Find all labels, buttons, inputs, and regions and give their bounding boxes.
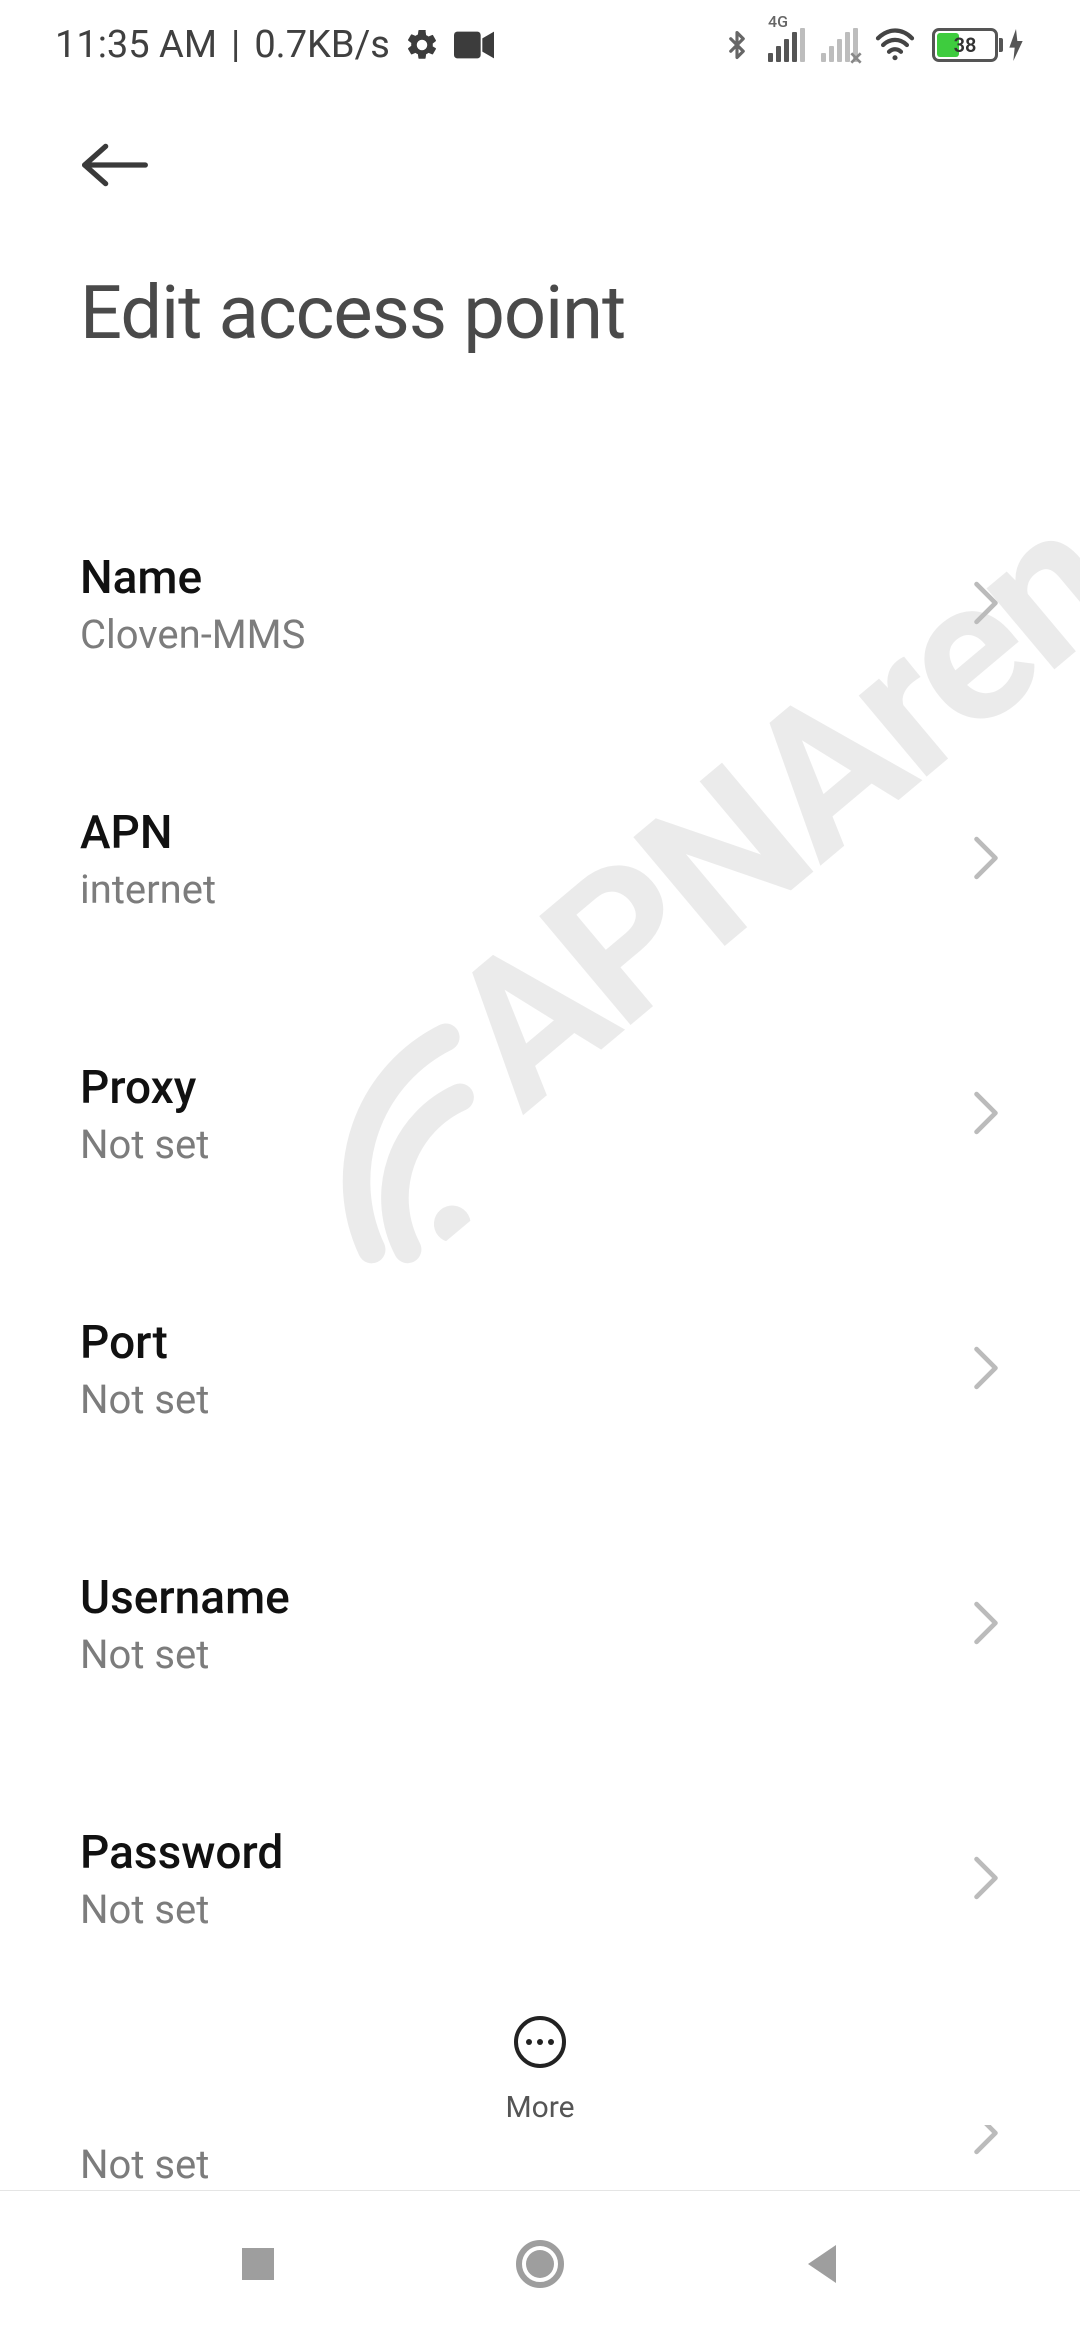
battery-percent: 38 [935, 31, 995, 59]
row-username[interactable]: Username Not set [0, 1497, 1080, 1752]
row-proxy[interactable]: Proxy Not set [0, 987, 1080, 1242]
network-tag: 4G [768, 12, 788, 31]
nav-recent-button[interactable] [238, 2244, 278, 2288]
row-value: Not set [80, 2141, 213, 2188]
row-label: Proxy [80, 1061, 209, 1115]
arrow-left-icon [80, 140, 150, 190]
back-button[interactable] [80, 130, 150, 200]
chevron-right-icon [972, 1091, 1000, 1139]
more-label: More [505, 2090, 574, 2125]
circle-icon [515, 2239, 565, 2289]
row-label: Name [80, 551, 305, 605]
gear-icon [404, 27, 440, 63]
signal-sim2-icon [821, 28, 858, 62]
row-value: Not set [80, 1631, 290, 1678]
square-icon [238, 2244, 278, 2284]
status-right: 4G 38 [722, 26, 1025, 64]
more-menu-icon [512, 2014, 568, 2074]
chevron-right-icon [972, 836, 1000, 884]
signal-sim1-icon: 4G [768, 28, 805, 62]
chevron-right-icon [972, 1346, 1000, 1394]
header: Edit access point [0, 90, 1080, 357]
status-divider: | [231, 23, 240, 67]
row-value: Not set [80, 1886, 283, 1933]
row-label: Port [80, 1316, 209, 1370]
page-title: Edit access point [80, 270, 1000, 357]
wifi-icon [874, 28, 916, 62]
bluetooth-icon [722, 26, 752, 64]
battery-icon: 38 [932, 28, 1025, 62]
chevron-right-icon [972, 1601, 1000, 1649]
chevron-right-icon [972, 1856, 1000, 1904]
video-icon [454, 30, 494, 60]
triangle-left-icon [802, 2242, 842, 2286]
row-password[interactable]: Password Not set [0, 1752, 1080, 2007]
row-value: Cloven-MMS [80, 611, 305, 658]
more-button[interactable]: More [505, 2014, 574, 2125]
row-label: Password [80, 1826, 283, 1880]
status-bar: 11:35 AM | 0.7KB/s 4G [0, 0, 1080, 90]
row-value: internet [80, 866, 216, 913]
status-speed: 0.7KB/s [254, 23, 390, 67]
nav-back-button[interactable] [802, 2242, 842, 2290]
status-time: 11:35 AM [55, 23, 217, 67]
row-name[interactable]: Name Cloven-MMS [0, 477, 1080, 732]
row-apn[interactable]: APN internet [0, 732, 1080, 987]
row-value: Not set [80, 1121, 209, 1168]
system-nav-bar [0, 2190, 1080, 2340]
row-label: APN [80, 806, 216, 860]
row-value: Not set [80, 1376, 209, 1423]
row-port[interactable]: Port Not set [0, 1242, 1080, 1497]
status-left: 11:35 AM | 0.7KB/s [55, 23, 494, 67]
row-label: Username [80, 1571, 290, 1625]
chevron-right-icon [972, 581, 1000, 629]
nav-home-button[interactable] [515, 2239, 565, 2293]
